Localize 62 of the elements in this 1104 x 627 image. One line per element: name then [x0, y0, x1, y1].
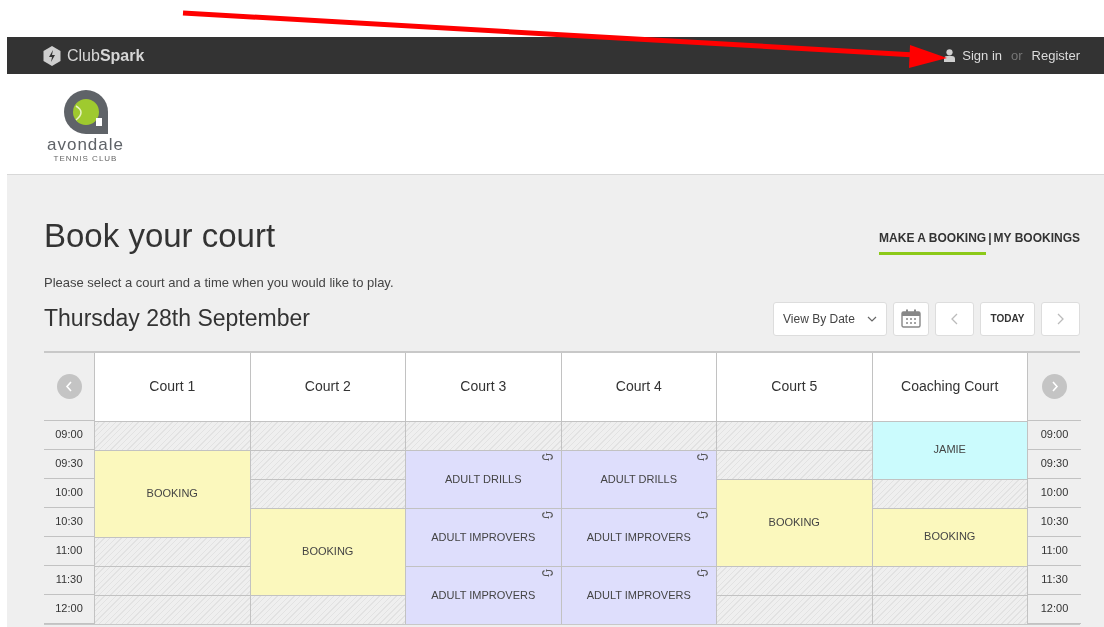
class-label: ADULT IMPROVERS [585, 587, 692, 603]
time-label: 10:30 [1028, 507, 1081, 537]
booking-slot[interactable]: BOOKING [95, 449, 251, 537]
court-header: Court 1 [95, 352, 251, 421]
class-slot[interactable]: ADULT IMPROVERS [406, 565, 562, 624]
repeat-icon [697, 568, 708, 577]
or-text: or [1010, 46, 1024, 65]
club-logo-icon [61, 88, 110, 136]
class-label: ADULT DRILLS [443, 471, 523, 487]
booking-slot[interactable]: BOOKING [872, 507, 1028, 566]
class-slot[interactable]: ADULT IMPROVERS [561, 565, 717, 624]
court-header: Court 3 [406, 352, 562, 421]
chevron-down-icon [867, 315, 877, 322]
calendar-icon [901, 309, 921, 328]
time-label: 09:00 [1028, 420, 1081, 450]
page-title: Book your court [44, 217, 276, 255]
club-name: avondale [47, 136, 124, 154]
bolt-hexagon-icon [43, 45, 61, 66]
instructions-text: Please select a court and a time when you would like to play. [44, 274, 395, 292]
class-slot[interactable]: ADULT DRILLS [561, 449, 717, 508]
class-slot[interactable]: ADULT IMPROVERS [406, 507, 562, 566]
court-header: Court 5 [717, 352, 873, 421]
repeat-icon [541, 568, 553, 577]
next-day-button[interactable] [1041, 301, 1080, 336]
class-label: ADULT IMPROVERS [430, 587, 537, 603]
next-court-icon[interactable] [1042, 373, 1067, 399]
register-link[interactable]: Register [1031, 45, 1080, 66]
coaching-slot[interactable]: JAMIE [872, 420, 1028, 479]
time-label: 11:30 [1028, 565, 1081, 595]
time-label: 11:00 [1028, 536, 1081, 566]
class-label: ADULT DRILLS [599, 471, 679, 487]
time-label: 09:30 [1028, 449, 1081, 479]
brand-name[interactable]: ClubSpark [67, 43, 145, 68]
sign-in-link[interactable]: Sign in [962, 45, 1002, 66]
class-label: ADULT IMPROVERS [430, 529, 537, 545]
booking-slot[interactable]: BOOKING [717, 478, 873, 566]
view-dropdown[interactable]: View By Date [773, 301, 887, 336]
repeat-icon [697, 452, 708, 461]
repeat-icon [541, 510, 553, 519]
court-header: Court 2 [250, 352, 406, 421]
class-slot[interactable]: ADULT DRILLS [406, 449, 562, 508]
class-slot[interactable]: ADULT IMPROVERS [561, 507, 717, 566]
today-button[interactable]: TODAY [980, 301, 1035, 336]
time-label: 12:00 [1028, 594, 1081, 624]
chevron-right-icon [1057, 312, 1064, 325]
date-heading: Thursday 28th September [44, 304, 310, 334]
repeat-icon [697, 510, 708, 519]
repeat-icon [541, 452, 553, 461]
nav-tab[interactable]: MY BOOKINGS [993, 229, 1080, 255]
court-header: Coaching Court [872, 352, 1028, 421]
chevron-left-icon [951, 312, 958, 325]
class-label: ADULT IMPROVERS [585, 529, 692, 545]
booking-slot[interactable]: BOOKING [250, 507, 406, 595]
time-label: 10:00 [1028, 478, 1081, 508]
tab-separator: | [987, 230, 993, 247]
court-header: Court 4 [561, 352, 717, 421]
user-icon [944, 49, 956, 62]
nav-tab[interactable]: MAKE A BOOKING [879, 229, 987, 255]
previous-court-icon[interactable] [56, 373, 82, 399]
previous-day-button[interactable] [935, 301, 974, 336]
club-tagline: TENNIS CLUB [53, 154, 118, 163]
calendar-button[interactable] [893, 301, 929, 336]
